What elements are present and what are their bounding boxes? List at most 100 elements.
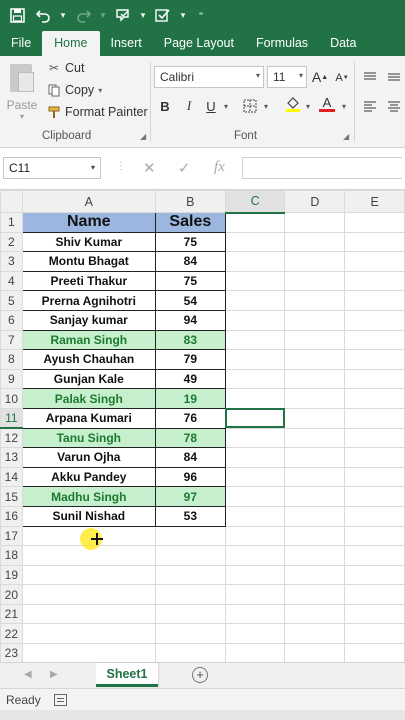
cell[interactable] [344,466,405,488]
sheet-tab-sheet1[interactable]: Sheet1 [96,663,158,687]
name-cell[interactable]: Tanu Singh [21,427,156,449]
borders-dropdown-icon[interactable]: ▾ [262,96,270,116]
cell[interactable] [284,545,346,566]
cell[interactable] [284,231,346,253]
undo-icon[interactable] [32,5,54,27]
cell[interactable] [284,505,346,527]
cell[interactable] [344,486,405,507]
cell[interactable] [344,545,405,566]
insert-function-button[interactable]: fx [214,159,225,176]
cell[interactable] [224,643,286,662]
cell[interactable] [224,584,286,605]
row-header[interactable]: 6 [0,309,23,331]
align-top-button[interactable] [362,67,378,87]
row-header[interactable]: 5 [0,290,23,311]
copy-button[interactable]: Copy ▾ [47,83,102,97]
cell[interactable] [344,368,405,390]
cell[interactable] [344,427,405,449]
cancel-entry-button[interactable]: ✕ [143,159,156,177]
row-header[interactable]: 3 [0,251,23,272]
cell[interactable] [154,584,226,605]
name-cell[interactable]: Palak Singh [21,388,156,409]
cell[interactable] [344,525,405,547]
cell[interactable] [284,329,346,351]
name-cell[interactable]: Prerna Agnihotri [21,290,156,311]
name-box-dropdown-icon[interactable]: ▾ [91,158,95,178]
font-size-select[interactable]: 11 ▾ [267,66,307,88]
cell[interactable] [284,525,346,547]
cell[interactable] [284,251,346,272]
cell[interactable] [224,309,286,331]
touch-mode-icon[interactable] [112,5,134,27]
cell[interactable] [344,309,405,331]
row-header[interactable]: 4 [0,270,23,292]
sales-cell[interactable]: 96 [154,466,226,488]
cell[interactable] [344,212,405,233]
cell[interactable] [21,623,156,645]
redo-dropdown-icon[interactable]: ▾ [98,10,108,21]
font-launcher-icon[interactable]: ◢ [343,132,349,141]
cell[interactable] [344,603,405,625]
name-cell[interactable]: Sanjay kumar [21,309,156,331]
sales-cell[interactable]: 83 [154,329,226,351]
name-cell[interactable]: Shiv Kumar [21,231,156,253]
row-header[interactable]: 12 [0,427,23,449]
cell[interactable] [284,466,346,488]
sales-cell[interactable]: 84 [154,447,226,468]
name-cell[interactable]: Preeti Thakur [21,270,156,292]
select-all-corner[interactable] [0,190,23,213]
cell[interactable] [224,545,286,566]
italic-button[interactable]: I [182,96,196,116]
cell[interactable] [224,603,286,625]
undo-dropdown-icon[interactable]: ▾ [58,10,68,21]
scroll-left-icon[interactable]: ◀ [24,669,32,680]
tab-page-layout[interactable]: Page Layout [153,31,245,56]
name-cell[interactable]: Montu Bhagat [21,251,156,272]
bold-button[interactable]: B [158,96,172,116]
cell[interactable] [344,329,405,351]
header-cell-name[interactable]: Name [21,212,156,233]
cell[interactable] [284,584,346,605]
sales-cell[interactable]: 79 [154,349,226,370]
save-icon[interactable] [6,5,28,27]
name-cell[interactable]: Sunil Nishad [21,505,156,527]
cells-table[interactable]: A B C D E 1 Name Sales 2 Shiv Kumar 75 3 Montu … [0,190,405,662]
column-header-b[interactable]: B [154,190,226,213]
tab-insert[interactable]: Insert [100,31,153,56]
align-left-button[interactable] [362,96,378,116]
row-header[interactable]: 22 [0,623,23,645]
sales-cell[interactable]: 97 [154,486,226,507]
cell[interactable] [224,212,286,233]
name-cell[interactable]: Arpana Kumari [21,407,156,429]
copy-dropdown-icon[interactable]: ▾ [98,86,102,95]
row-header[interactable]: 2 [0,231,23,253]
borders-button[interactable] [242,96,258,116]
name-cell[interactable]: Raman Singh [21,329,156,351]
cell[interactable] [154,643,226,662]
cell[interactable] [344,388,405,409]
cell[interactable] [154,525,226,547]
row-header[interactable]: 1 [0,212,23,233]
cell[interactable] [224,623,286,645]
row-header[interactable]: 16 [0,505,23,527]
sales-cell[interactable]: 76 [154,407,226,429]
row-header[interactable]: 7 [0,329,23,351]
row-header[interactable]: 8 [0,349,23,370]
cell[interactable] [224,525,286,547]
fill-color-button[interactable] [284,94,302,114]
fill-color-dropdown-icon[interactable]: ▾ [304,96,312,116]
cell[interactable] [224,329,286,351]
sales-cell[interactable]: 19 [154,388,226,409]
paste-dropdown-icon[interactable]: ▾ [5,112,39,121]
tab-formulas[interactable]: Formulas [245,31,319,56]
cell[interactable] [344,564,405,586]
header-cell-sales[interactable]: Sales [154,212,226,233]
cell[interactable] [224,270,286,292]
cell[interactable] [344,447,405,468]
add-sheet-button[interactable]: + [192,667,208,683]
sales-cell[interactable]: 53 [154,505,226,527]
sales-cell[interactable]: 84 [154,251,226,272]
row-header[interactable]: 17 [0,525,23,547]
cell[interactable] [224,251,286,272]
cell[interactable] [344,643,405,662]
